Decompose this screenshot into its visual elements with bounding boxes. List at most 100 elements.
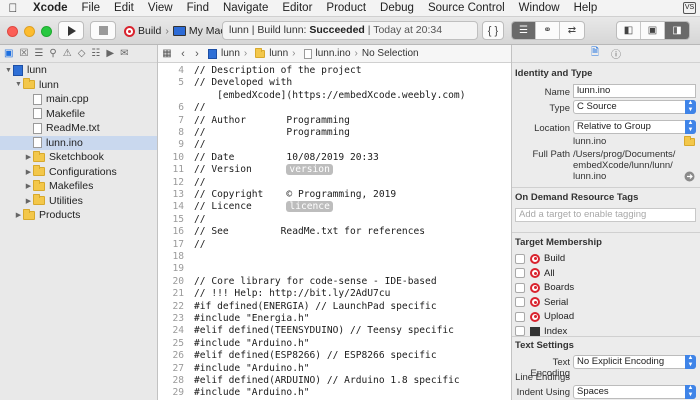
code-line[interactable]: 24 #elif defined(TEENSYDUINO) // Teensy s… xyxy=(158,325,511,337)
code-line[interactable]: 17 // xyxy=(158,239,511,251)
code-line[interactable]: 18 xyxy=(158,251,511,263)
related-items-icon[interactable]: ▦ xyxy=(158,48,176,59)
standard-editor-icon[interactable]: ☰ xyxy=(512,22,536,39)
navigator-item-makefile[interactable]: Makefile xyxy=(0,107,157,122)
menu-app[interactable]: Xcode xyxy=(26,0,75,17)
indent-using-popup[interactable]: Spaces ▲ ▼ xyxy=(573,385,696,399)
breakpoint-navigator-icon[interactable]: ▶ xyxy=(106,48,114,59)
disclosure-closed-icon[interactable]: ▶ xyxy=(24,168,33,176)
membership-checkbox[interactable] xyxy=(515,326,525,336)
scheme-selector[interactable]: Build › My Mac xyxy=(124,22,226,40)
text-encoding-popup[interactable]: No Explicit Encoding ▲ ▼ xyxy=(573,355,696,369)
apple-menu-icon[interactable]:  xyxy=(0,1,26,15)
quick-help-icon[interactable]: ⓘ xyxy=(611,46,621,61)
code-line[interactable]: 9 // xyxy=(158,139,511,151)
membership-checkbox[interactable] xyxy=(515,311,525,322)
menu-debug[interactable]: Debug xyxy=(373,0,421,17)
back-arrow-icon[interactable]: ‹ xyxy=(176,48,190,60)
navigator-item-utilities[interactable]: ▶ Utilities xyxy=(0,194,157,209)
code-line[interactable]: 29 #include "Arduino.h" xyxy=(158,387,511,399)
code-line[interactable]: 19 xyxy=(158,263,511,275)
menu-source-control[interactable]: Source Control xyxy=(421,0,512,17)
file-inspector-icon[interactable]: 🗎 xyxy=(591,45,599,62)
find-navigator-icon[interactable]: ⚲ xyxy=(49,48,56,59)
disclosure-closed-icon[interactable]: ▶ xyxy=(24,182,33,190)
code-line[interactable]: 25 #include "Arduino.h" xyxy=(158,338,511,350)
code-line[interactable]: 12 // xyxy=(158,177,511,189)
navigator-item-main-cpp[interactable]: main.cpp xyxy=(0,92,157,107)
code-line[interactable]: 27 #include "Arduino.h" xyxy=(158,363,511,375)
disclosure-open-icon[interactable]: ▼ xyxy=(4,67,13,74)
code-line[interactable]: 16 // See ReadMe.txt for references xyxy=(158,226,511,238)
source-control-navigator-icon[interactable]: ☒ xyxy=(19,48,28,59)
location-popup[interactable]: Relative to Group ▲ ▼ xyxy=(573,120,696,134)
breadcrumb-selection[interactable]: No Selection xyxy=(362,48,419,59)
code-line[interactable]: 4 // Description of the project xyxy=(158,65,511,77)
menu-file[interactable]: File xyxy=(75,0,108,17)
report-navigator-icon[interactable]: ✉ xyxy=(120,48,128,59)
breadcrumb-file[interactable]: lunn.ino xyxy=(303,48,351,59)
disclosure-open-icon[interactable]: ▼ xyxy=(14,81,23,88)
breadcrumb-group[interactable]: lunn xyxy=(255,47,288,59)
type-popup[interactable]: C Source ▲ ▼ xyxy=(573,100,696,114)
membership-checkbox[interactable] xyxy=(515,253,525,264)
code-line[interactable]: 23 #include "Energia.h" xyxy=(158,313,511,325)
choose-location-button[interactable] xyxy=(684,136,696,148)
disclosure-closed-icon[interactable]: ▶ xyxy=(14,211,23,219)
close-window-button[interactable] xyxy=(7,26,18,37)
code-line[interactable]: 8 // Programming xyxy=(158,127,511,139)
code-line[interactable]: 22 #if defined(ENERGIA) // LaunchPad spec… xyxy=(158,301,511,313)
utilities-toggle-icon[interactable]: ◨ xyxy=(665,22,689,39)
odr-tags-field[interactable]: Add a target to enable tagging xyxy=(515,208,696,222)
menu-view[interactable]: View xyxy=(141,0,180,17)
reveal-in-finder-button[interactable] xyxy=(684,171,696,183)
library-button[interactable]: { } xyxy=(482,21,504,40)
code-line[interactable]: 10 // Date 10/08/2019 20:33 xyxy=(158,152,511,164)
debug-navigator-icon[interactable]: ☷ xyxy=(91,48,100,59)
name-field[interactable]: lunn.ino xyxy=(573,84,696,98)
navigator-item-readme-txt[interactable]: ReadMe.txt xyxy=(0,121,157,136)
code-line[interactable]: 20 // Core library for code-sense - IDE-b… xyxy=(158,276,511,288)
navigator-item-configurations[interactable]: ▶ Configurations xyxy=(0,165,157,180)
menu-window[interactable]: Window xyxy=(512,0,567,17)
code-line[interactable]: 13 // Copyright © Programming, 2019 xyxy=(158,189,511,201)
menu-editor[interactable]: Editor xyxy=(275,0,319,17)
membership-checkbox[interactable] xyxy=(515,268,525,278)
scheme-target[interactable]: Build xyxy=(124,25,161,37)
navigator-item-lunn[interactable]: ▼ lunn xyxy=(0,78,157,93)
test-navigator-icon[interactable]: ◇ xyxy=(78,48,86,59)
scheme-device-label[interactable]: My Mac xyxy=(189,25,226,37)
menu-find[interactable]: Find xyxy=(180,0,216,17)
menu-edit[interactable]: Edit xyxy=(107,0,141,17)
debug-toggle-icon[interactable]: ▣ xyxy=(641,22,665,39)
run-button[interactable] xyxy=(58,21,84,40)
navigator-item-makefiles[interactable]: ▶ Makefiles xyxy=(0,179,157,194)
code-line[interactable]: 28 #elif defined(ARDUINO) // Arduino 1.8 … xyxy=(158,375,511,387)
code-line[interactable]: 14 // Licence licence xyxy=(158,201,511,213)
assistant-editor-icon[interactable]: ⚭ xyxy=(536,22,560,39)
navigator-toggle-icon[interactable]: ◧ xyxy=(617,22,641,39)
code-line[interactable]: 26 #elif defined(ESP8266) // ESP8266 spec… xyxy=(158,350,511,362)
zoom-window-button[interactable] xyxy=(41,26,52,37)
vs-badge-icon[interactable]: VS xyxy=(683,2,696,14)
code-line[interactable]: [embedXcode](https://embedXcode.weebly.c… xyxy=(158,90,511,102)
placeholder-token[interactable]: version xyxy=(286,164,333,176)
code-line[interactable]: 15 // xyxy=(158,214,511,226)
minimize-window-button[interactable] xyxy=(24,26,35,37)
version-editor-icon[interactable]: ⇄ xyxy=(560,22,584,39)
navigator-item-lunn[interactable]: ▼ lunn xyxy=(0,63,157,78)
membership-checkbox[interactable] xyxy=(515,282,525,293)
symbol-navigator-icon[interactable]: ☰ xyxy=(34,48,43,59)
code-line[interactable]: 5 // Developed with xyxy=(158,77,511,89)
disclosure-closed-icon[interactable]: ▶ xyxy=(24,153,33,161)
code-line[interactable]: 7 // Author Programming xyxy=(158,115,511,127)
navigator-item-products[interactable]: ▶ Products xyxy=(0,208,157,223)
source-editor[interactable]: 4 // Description of the project 5 // Develo… xyxy=(158,63,511,400)
forward-arrow-icon[interactable]: › xyxy=(190,48,204,60)
issue-navigator-icon[interactable]: ⚠ xyxy=(63,48,72,59)
placeholder-token[interactable]: licence xyxy=(286,201,333,213)
navigator-item-lunn-ino[interactable]: lunn.ino xyxy=(0,135,157,150)
stop-button[interactable] xyxy=(90,21,116,40)
project-navigator-icon[interactable]: ▣ xyxy=(4,48,13,59)
menu-product[interactable]: Product xyxy=(319,0,373,17)
